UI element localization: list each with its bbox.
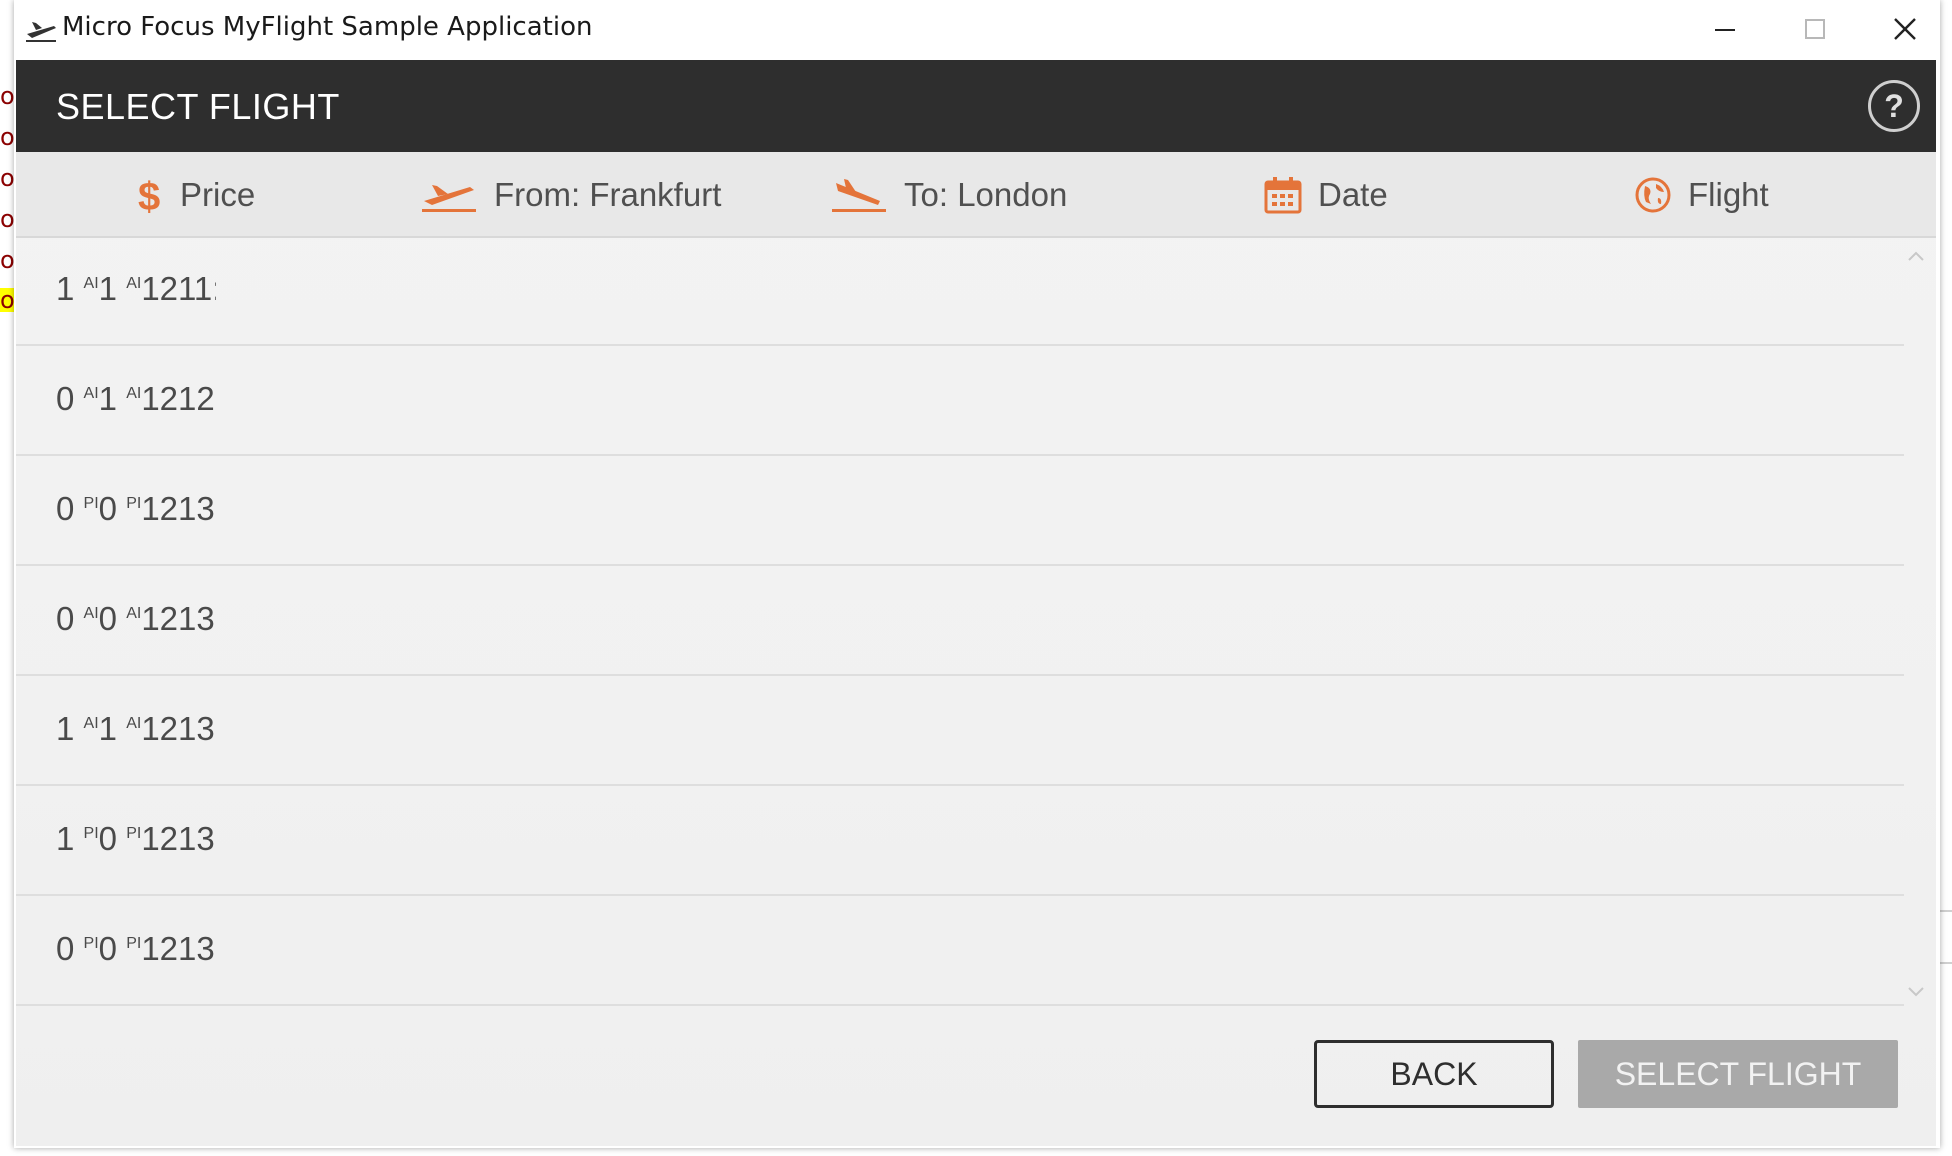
background-divider: [1940, 910, 1952, 912]
flight-row-text: 0 PI0 PI1213:: [56, 930, 216, 968]
tab-price[interactable]: $ Price: [136, 170, 255, 220]
row-flight-number: 1212: [141, 380, 215, 417]
app-window: Micro Focus MyFlight Sample Application …: [14, 0, 1940, 1148]
scroll-down-icon[interactable]: [1906, 984, 1926, 1000]
select-flight-button[interactable]: SELECT FLIGHT: [1578, 1040, 1898, 1108]
tab-label: Price: [180, 176, 256, 213]
page-title: SELECT FLIGHT: [56, 86, 340, 127]
flight-row-text: 1 PI0 PI1213:: [56, 820, 216, 858]
row-meridiem: PI: [83, 825, 99, 842]
minimize-button[interactable]: [1680, 0, 1770, 58]
minimize-icon: [1715, 29, 1735, 31]
row-meridiem: AI: [126, 385, 142, 402]
row-value: 1: [98, 710, 118, 747]
row-meridiem: PI: [126, 935, 142, 952]
row-meridiem: AI: [126, 605, 142, 622]
tab-label: Flight: [1688, 176, 1769, 213]
maximize-icon: [1805, 19, 1825, 39]
row-value: 1: [56, 710, 75, 747]
flight-row-text: 0 AI0 AI1213:: [56, 600, 216, 638]
title-bar[interactable]: Micro Focus MyFlight Sample Application: [14, 0, 1940, 60]
takeoff-icon: [422, 185, 476, 212]
row-value: 1: [56, 270, 75, 307]
row-meridiem: PI: [126, 495, 142, 512]
flight-row[interactable]: 0 AI0 AI1213:: [16, 566, 1904, 676]
row-flight-number: 1213:: [141, 820, 216, 857]
tab-flight[interactable]: Flight: [1634, 170, 1769, 220]
row-value: 1: [56, 820, 75, 857]
row-meridiem: PI: [126, 825, 142, 842]
background-divider: [1940, 962, 1952, 964]
row-value: 0: [56, 600, 75, 637]
flight-row[interactable]: 1 AI1 AI1213:: [16, 676, 1904, 786]
row-flight-number: 1211:: [141, 270, 216, 307]
tab-from[interactable]: From: Frankfurt: [420, 170, 721, 220]
maximize-button[interactable]: [1770, 0, 1860, 58]
row-meridiem: AI: [126, 715, 142, 732]
row-value: 0: [56, 490, 75, 527]
background-text-highlighted: o: [0, 286, 15, 314]
background-text: o: [0, 246, 15, 274]
dollar-icon: $: [138, 175, 160, 216]
row-flight-number: 1213: [141, 490, 215, 527]
flight-list-panel: $ Price From: Frankfurt To: London Date …: [16, 152, 1936, 1146]
row-meridiem: PI: [83, 495, 99, 512]
row-value: 0: [98, 490, 118, 527]
scroll-up-icon[interactable]: [1906, 248, 1926, 264]
background-text: o: [0, 123, 15, 151]
close-icon: [1894, 18, 1916, 40]
page-header: SELECT FLIGHT ?: [16, 60, 1936, 152]
tab-date[interactable]: Date: [1264, 170, 1388, 220]
flight-row-text: 1 AI1 AI1211:: [56, 270, 216, 308]
row-value: 0: [98, 600, 118, 637]
flight-row[interactable]: 1 PI0 PI1213:: [16, 786, 1904, 896]
flight-row[interactable]: 0 PI0 PI1213: [16, 456, 1904, 566]
tab-label: From: Frankfurt: [494, 176, 722, 213]
flight-list: 1 AI1 AI1211: 0 AI1 AI1212 0 PI0 PI1213 …: [16, 236, 1904, 1006]
calendar-icon: [1264, 177, 1302, 214]
row-value: 0: [98, 930, 118, 967]
row-meridiem: AI: [83, 275, 99, 292]
background-app-right-edge: [1940, 0, 1952, 1156]
flight-row[interactable]: 0 PI0 PI1213:: [16, 896, 1904, 1006]
row-meridiem: AI: [83, 385, 99, 402]
close-button[interactable]: [1860, 0, 1950, 58]
row-flight-number: 1213:: [141, 930, 216, 967]
row-meridiem: AI: [83, 715, 99, 732]
tab-to[interactable]: To: London: [830, 170, 1067, 220]
tab-label: To: London: [904, 176, 1068, 213]
landing-icon: [832, 179, 886, 212]
row-value: 0: [98, 820, 118, 857]
flight-row[interactable]: 0 AI1 AI1212: [16, 346, 1904, 456]
svg-text:$: $: [138, 175, 160, 216]
flight-row-text: 0 PI0 PI1213: [56, 490, 216, 528]
summary-bar: $ Price From: Frankfurt To: London Date …: [16, 152, 1936, 238]
row-value: 1: [98, 380, 118, 417]
row-flight-number: 1213:: [141, 600, 216, 637]
background-text: o: [0, 205, 15, 233]
help-button[interactable]: ?: [1868, 80, 1920, 132]
background-text: o: [0, 164, 15, 192]
tab-label: Date: [1318, 176, 1388, 213]
globe-icon: [1635, 177, 1671, 213]
row-value: 0: [56, 930, 75, 967]
window-title: Micro Focus MyFlight Sample Application: [62, 12, 593, 42]
row-value: 0: [56, 380, 75, 417]
flight-row[interactable]: 1 AI1 AI1211:: [16, 236, 1904, 346]
back-button[interactable]: BACK: [1314, 1040, 1554, 1108]
flight-row-text: 0 AI1 AI1212: [56, 380, 216, 418]
flight-row-text: 1 AI1 AI1213:: [56, 710, 216, 748]
airplane-app-icon: [26, 22, 56, 42]
row-meridiem: PI: [83, 935, 99, 952]
row-meridiem: AI: [126, 275, 142, 292]
background-app-strip: o o o o o o: [0, 0, 15, 1156]
row-flight-number: 1213:: [141, 710, 216, 747]
row-value: 1: [98, 270, 118, 307]
background-text: o: [0, 82, 15, 110]
row-meridiem: AI: [83, 605, 99, 622]
